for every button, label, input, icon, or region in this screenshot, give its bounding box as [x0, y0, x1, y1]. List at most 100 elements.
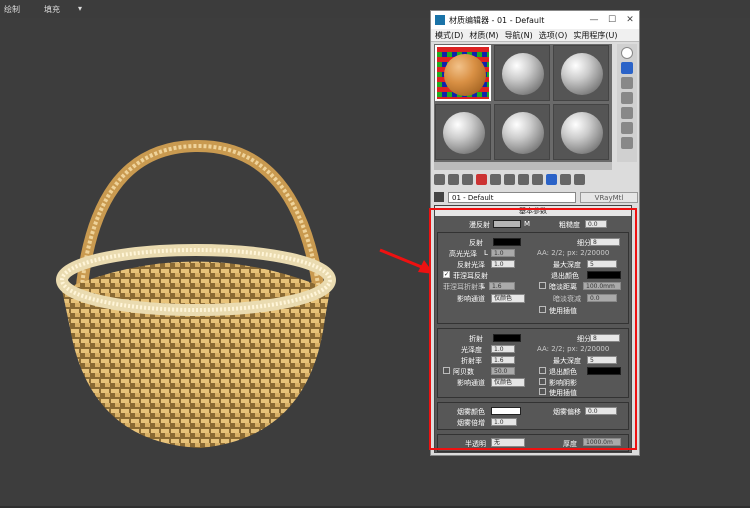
eyedropper-icon[interactable] [434, 192, 444, 202]
section-title[interactable]: 基本参数 [435, 206, 631, 216]
menu-material[interactable]: 材质(M) [469, 30, 498, 41]
fog-multiplier-spinner[interactable]: 1.0 [491, 418, 517, 426]
fresnel-checkbox[interactable]: ✓ [443, 271, 450, 278]
editor-menubar: 模式(D) 材质(M) 导航(N) 选项(O) 实用程序(U) [431, 29, 639, 42]
dim-falloff-spinner[interactable]: 0.0 [587, 294, 617, 302]
subdivs-spinner[interactable]: 8 [590, 238, 620, 246]
hilight-lock-button[interactable]: L [484, 249, 488, 257]
roughness-label: 粗糙度 [559, 221, 580, 229]
diffuse-label: 漫反射 [469, 221, 490, 229]
diffuse-swatch[interactable] [493, 220, 521, 228]
reflect-aa-label: AA: 2/2; px: 2/20000 [537, 249, 610, 257]
abbe-label: 阿贝数 [453, 368, 474, 376]
show-end-result-icon[interactable] [560, 174, 571, 185]
go-to-parent-icon[interactable] [574, 174, 585, 185]
refract-exit-color-label: 退出颜色 [549, 368, 577, 376]
refl-gloss-label: 反射光泽 [457, 261, 485, 269]
exit-color-label: 退出颜色 [551, 272, 579, 280]
material-name-field[interactable]: 01 - Default [448, 191, 576, 203]
make-unique-icon[interactable] [504, 174, 515, 185]
ior-spinner[interactable]: 1.6 [491, 356, 515, 364]
uv-tiling-icon[interactable] [621, 92, 633, 104]
hilight-gloss-label: 高光光泽 [449, 250, 477, 258]
menu-options[interactable]: 选项(O) [539, 30, 568, 41]
material-type-button[interactable]: VRayMtl [580, 191, 638, 203]
affect-shadow-checkbox[interactable] [539, 378, 546, 385]
menu-utilities[interactable]: 实用程序(U) [573, 30, 617, 41]
max-depth-spinner[interactable]: 5 [587, 260, 617, 268]
diffuse-map-button[interactable]: M [524, 220, 530, 228]
use-interp-checkbox[interactable] [539, 306, 546, 313]
close-icon[interactable]: ✕ [621, 15, 639, 25]
abbe-spinner[interactable]: 50.0 [491, 367, 515, 375]
sample-slot-3[interactable] [553, 45, 609, 101]
sample-slot-4[interactable] [435, 104, 491, 160]
options-icon[interactable] [621, 137, 633, 149]
refract-subdivs-spinner[interactable]: 8 [590, 334, 620, 342]
material-id-icon[interactable] [532, 174, 543, 185]
fresnel-ior-lock-button[interactable]: L [481, 282, 485, 290]
maximize-icon[interactable]: ☐ [603, 15, 621, 25]
show-map-icon[interactable] [546, 174, 557, 185]
abbe-checkbox[interactable] [443, 367, 450, 374]
toolbar-item-fill[interactable]: 填充 [44, 4, 60, 15]
make-preview-icon[interactable] [621, 122, 633, 134]
sample-slot-6[interactable] [553, 104, 609, 160]
fog-color-swatch[interactable] [491, 407, 521, 415]
put-to-library-icon[interactable] [518, 174, 529, 185]
translucency-label: 半透明 [465, 440, 486, 448]
refract-max-depth-spinner[interactable]: 5 [587, 356, 617, 364]
fresnel-ior-spinner[interactable]: 1.6 [489, 282, 515, 290]
affect-channels-dropdown[interactable]: 仅颜色 [491, 294, 525, 303]
sample-slot-2[interactable] [494, 45, 550, 101]
assign-material-icon[interactable] [462, 174, 473, 185]
refract-exit-color-checkbox[interactable] [539, 367, 546, 374]
app-icon [435, 15, 445, 25]
video-check-icon[interactable] [621, 107, 633, 119]
refl-gloss-spinner[interactable]: 1.0 [491, 260, 515, 268]
refract-affect-channels-dropdown[interactable]: 仅颜色 [491, 378, 525, 387]
sample-slot-5[interactable] [494, 104, 550, 160]
refract-use-interp-checkbox[interactable] [539, 388, 546, 395]
hilight-gloss-spinner[interactable]: 1.0 [491, 249, 515, 257]
minimize-icon[interactable]: — [585, 15, 603, 25]
thickness-label: 厚度 [563, 440, 577, 448]
sample-type-icon[interactable] [621, 47, 633, 59]
fog-color-label: 烟雾颜色 [457, 408, 485, 416]
refract-swatch[interactable] [493, 334, 521, 342]
menu-navigation[interactable]: 导航(N) [505, 30, 533, 41]
exit-color-swatch[interactable] [587, 271, 621, 279]
get-material-icon[interactable] [434, 174, 445, 185]
background-icon[interactable] [621, 77, 633, 89]
editor-title: 材质编辑器 - 01 - Default [449, 15, 545, 25]
refract-exit-color-swatch[interactable] [587, 367, 621, 375]
dim-distance-spinner[interactable]: 100.0mm [583, 282, 621, 290]
refract-affect-channels-label: 影响通道 [457, 379, 485, 387]
gloss-spinner[interactable]: 1.0 [491, 345, 515, 353]
reflect-label: 反射 [469, 239, 483, 247]
refract-use-interp-label: 使用插值 [549, 389, 577, 397]
roughness-spinner[interactable]: 0.0 [585, 220, 607, 228]
subdivs-label: 细分 [577, 239, 591, 247]
translucency-dropdown[interactable]: 无 [491, 438, 525, 447]
reset-material-icon[interactable] [476, 174, 487, 185]
basic-parameters-panel: 基本参数 漫反射 M 粗糙度 0.0 反射 细分 8 高光光泽 L 1.0 AA… [434, 205, 632, 453]
toolbar-item-draw[interactable]: 绘制 [4, 4, 20, 15]
slots-scrollbar[interactable] [434, 162, 612, 170]
sample-slot-1[interactable] [435, 45, 491, 101]
put-to-scene-icon[interactable] [448, 174, 459, 185]
reflect-swatch[interactable] [493, 238, 521, 246]
ior-label: 折射率 [461, 357, 482, 365]
fog-bias-spinner[interactable]: 0.0 [585, 407, 617, 415]
copy-material-icon[interactable] [490, 174, 501, 185]
fog-multiplier-label: 烟雾倍增 [457, 419, 485, 427]
refract-max-depth-label: 最大深度 [553, 357, 581, 365]
dim-falloff-label: 暗淡衰减 [553, 295, 581, 303]
affect-channels-label: 影响通道 [457, 295, 485, 303]
thickness-spinner[interactable]: 1000.0m [583, 438, 621, 446]
backlight-icon[interactable] [621, 62, 633, 74]
refract-label: 折射 [469, 335, 483, 343]
menu-mode[interactable]: 模式(D) [435, 30, 463, 41]
toolbar-dropdown[interactable]: ▾ [78, 4, 82, 13]
dim-distance-checkbox[interactable] [539, 282, 546, 289]
